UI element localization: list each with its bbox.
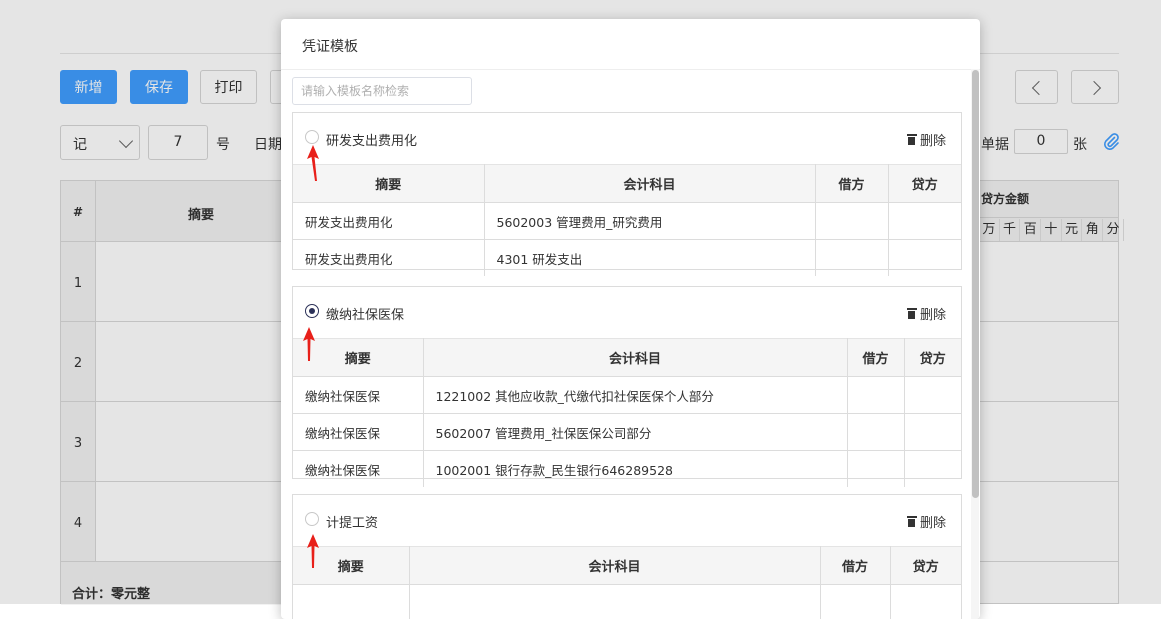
template-entries-table: 摘要 会计科目 借方 贷方 缴纳社保医保 1221002 其他应收款_代缴代扣社… [293,338,961,487]
entry-account: 1221002 其他应收款_代缴代扣社保医保个人部分 [423,377,847,414]
dialog-title: 凭证模板 [302,36,358,56]
entry-credit [888,240,961,277]
delete-template-button[interactable]: 删除 [907,304,946,323]
entry-account: 4301 研发支出 [484,240,815,277]
template-entries-table: 摘要 会计科目 借方 贷方 [293,546,961,619]
entry-debit [815,240,888,277]
account-col-header: 会计科目 [409,547,820,585]
table-row: 研发支出费用化 4301 研发支出 [293,240,961,277]
entry-summary: 缴纳社保医保 [293,414,423,451]
template-entries-table: 摘要 会计科目 借方 贷方 研发支出费用化 5602003 管理费用_研究费用 … [293,164,961,276]
entry-account: 5602003 管理费用_研究费用 [484,203,815,240]
table-row: 缴纳社保医保 5602007 管理费用_社保医保公司部分 [293,414,961,451]
entry-summary: 研发支出费用化 [293,240,484,277]
trash-icon [907,308,917,319]
table-row: 研发支出费用化 5602003 管理费用_研究费用 [293,203,961,240]
debit-col-header: 借方 [820,547,890,585]
template-card-social-insurance: 缴纳社保医保 删除 摘要 会计科目 借方 贷方 缴纳社保医保 1221002 其… [292,286,962,479]
credit-col-header: 贷方 [888,165,961,203]
entry-debit [847,451,904,488]
annotation-arrow-icon [305,532,321,572]
dialog-scrollbar-thumb[interactable] [972,70,979,498]
debit-col-header: 借方 [847,339,904,377]
annotation-arrow-icon [306,143,322,183]
template-name: 缴纳社保医保 [326,304,404,323]
credit-col-header: 贷方 [904,339,961,377]
credit-col-header: 贷方 [890,547,961,585]
entry-account: 1002001 银行存款_民生银行646289528 [423,451,847,488]
entry-summary: 缴纳社保医保 [293,451,423,488]
debit-col-header: 借方 [815,165,888,203]
template-search-input[interactable] [292,77,472,105]
entry-summary: 缴纳社保医保 [293,377,423,414]
entry-credit [904,414,961,451]
voucher-template-dialog: 凭证模板 研发支出费用化 删除 摘要 会计科目 借方 贷方 研发支出费用化 56… [281,19,980,619]
template-card-payroll: 计提工资 删除 摘要 会计科目 借方 贷方 [292,494,962,619]
entry-debit [847,414,904,451]
entry-account: 5602007 管理费用_社保医保公司部分 [423,414,847,451]
delete-template-button[interactable]: 删除 [907,512,946,531]
account-col-header: 会计科目 [423,339,847,377]
delete-template-button[interactable]: 删除 [907,130,946,149]
entry-debit [815,203,888,240]
account-col-header: 会计科目 [484,165,815,203]
entry-debit [847,377,904,414]
template-radio-rnd[interactable] [305,130,319,144]
template-name: 计提工资 [326,512,378,531]
table-row: 缴纳社保医保 1221002 其他应收款_代缴代扣社保医保个人部分 [293,377,961,414]
entry-credit [904,451,961,488]
template-radio-social-insurance[interactable] [305,304,319,318]
trash-icon [907,516,917,527]
delete-label: 删除 [920,130,946,149]
template-radio-payroll[interactable] [305,512,319,526]
trash-icon [907,134,917,145]
annotation-arrow-icon [301,325,317,365]
entry-summary: 研发支出费用化 [293,203,484,240]
delete-label: 删除 [920,512,946,531]
entry-credit [888,203,961,240]
entry-credit [904,377,961,414]
delete-label: 删除 [920,304,946,323]
table-row [293,585,961,619]
table-row: 缴纳社保医保 1002001 银行存款_民生银行646289528 [293,451,961,488]
template-name: 研发支出费用化 [326,130,417,149]
template-card-rnd: 研发支出费用化 删除 摘要 会计科目 借方 贷方 研发支出费用化 5602003… [292,112,962,270]
